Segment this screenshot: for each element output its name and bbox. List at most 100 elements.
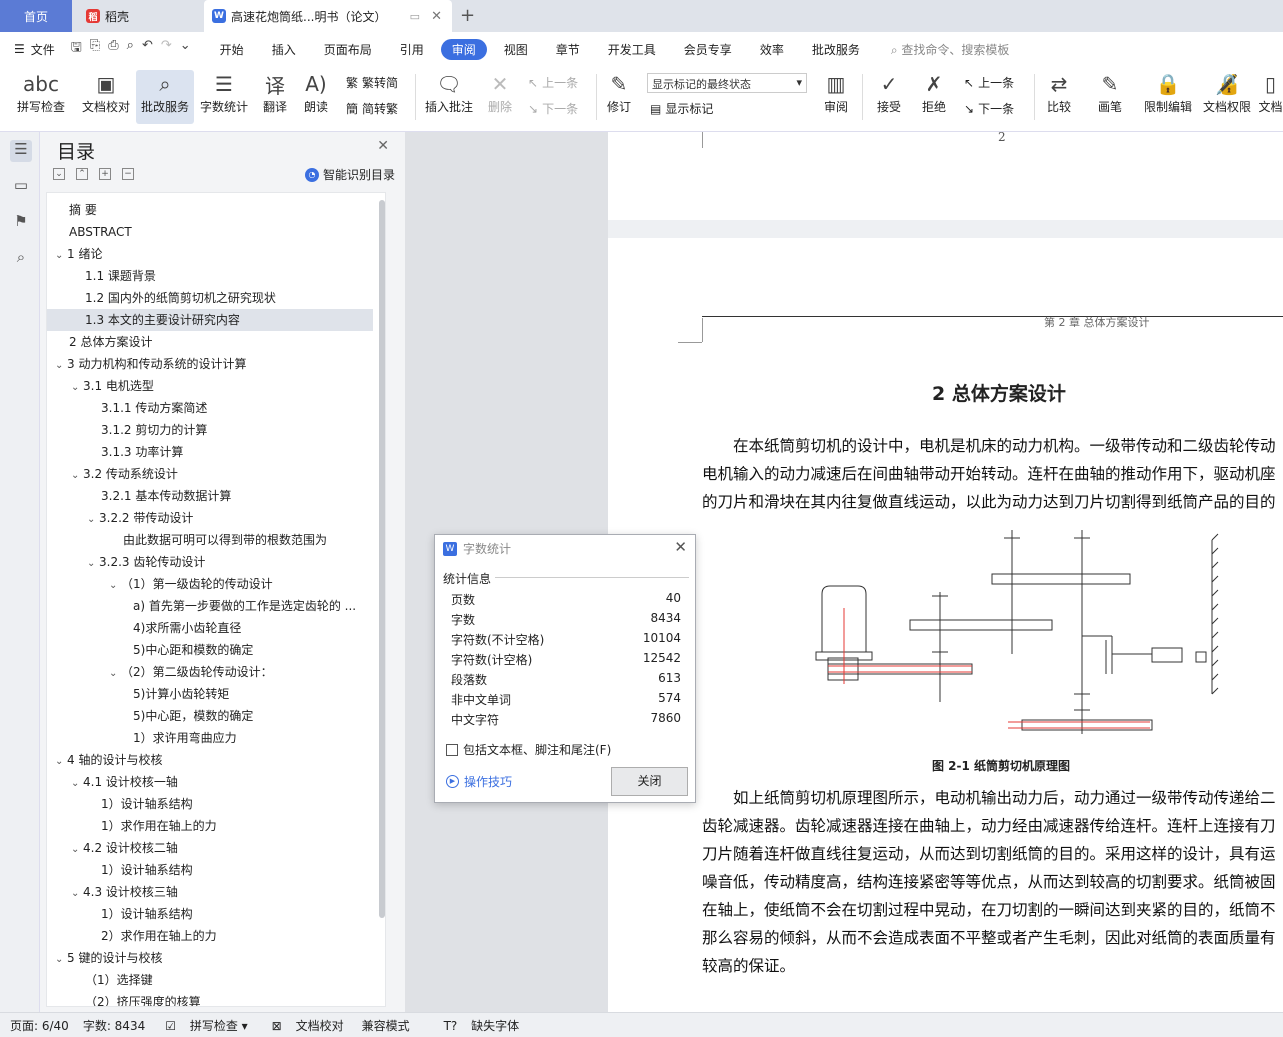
undo-icon[interactable]: ↶: [142, 38, 153, 60]
reject-button[interactable]: ✗ 拒绝: [914, 70, 954, 124]
chevron-down-icon[interactable]: ⌄: [71, 839, 83, 859]
pen-button[interactable]: ✎ 画笔: [1094, 70, 1126, 124]
document-more-button[interactable]: ▯ 文档: [1258, 70, 1283, 124]
toc-item[interactable]: 3.1.2 剪切力的计算: [47, 419, 373, 441]
simp-to-trad-button[interactable]: 簡简转繁: [346, 100, 398, 117]
spell-check-status[interactable]: ☑ 拼写检查 ▾: [155, 1017, 247, 1034]
chevron-down-icon[interactable]: ⌄: [109, 575, 121, 595]
toc-item[interactable]: 3.2.1 基本传动数据计算: [47, 485, 373, 507]
toc-item[interactable]: ⌄ 4.1 设计校核一轴: [47, 771, 373, 793]
toc-item[interactable]: 1.2 国内外的纸筒剪切机之研究现状: [47, 287, 373, 309]
chevron-down-icon[interactable]: ⌄: [87, 509, 99, 529]
close-button[interactable]: 关闭: [611, 767, 688, 796]
toc-item[interactable]: ⌄ 3.2 传动系统设计: [47, 463, 373, 485]
smart-toc-button[interactable]: ◔ 智能识别目录: [304, 166, 395, 183]
chevron-down-icon[interactable]: ⌄: [55, 245, 67, 265]
tab-document[interactable]: W 高速花炮筒纸...明书（论文） ▭ ✕: [204, 0, 452, 32]
toc-item[interactable]: 5)中心距和模数的确定: [47, 639, 373, 661]
close-icon[interactable]: ✕: [377, 138, 389, 154]
track-changes-button[interactable]: ✎ 修订: [600, 70, 638, 124]
spell-check-button[interactable]: abc 拼写检查: [10, 70, 72, 124]
toc-item[interactable]: 2 总体方案设计: [47, 331, 373, 353]
expand-up-icon[interactable]: ⌃: [76, 168, 88, 180]
chevron-down-icon[interactable]: ⌄: [71, 773, 83, 793]
file-menu[interactable]: ☰ 文件: [14, 41, 55, 58]
search-icon[interactable]: ⌕: [10, 248, 32, 270]
print-icon[interactable]: ⎙: [108, 38, 118, 60]
tab-daoke[interactable]: 稻稻壳: [76, 0, 200, 32]
toc-item[interactable]: ⌄ 3.2.3 齿轮传动设计: [47, 551, 373, 573]
proof-status[interactable]: ⊠ 文档校对: [262, 1017, 344, 1034]
redo-icon[interactable]: ↷: [161, 38, 172, 60]
more-icon[interactable]: ⌄: [180, 38, 191, 60]
toc-item[interactable]: 1）求许用弯曲应力: [47, 727, 373, 749]
word-count-button[interactable]: ☰ 字数统计: [198, 70, 250, 124]
toc-item[interactable]: 5)中心距，模数的确定: [47, 705, 373, 727]
toc-item[interactable]: 摘 要: [47, 199, 373, 221]
toc-item[interactable]: ⌄ （2）第二级齿轮传动设计：: [47, 661, 373, 683]
chevron-down-icon[interactable]: ⌄: [71, 465, 83, 485]
chevron-down-icon[interactable]: ⌄: [55, 949, 67, 969]
toc-item[interactable]: ⌄ 4.3 设计校核三轴: [47, 881, 373, 903]
toc-item[interactable]: 1）求作用在轴上的力: [47, 815, 373, 837]
compare-button[interactable]: ⇄ 比较: [1040, 70, 1078, 124]
review-service-button[interactable]: ⌕ 批改服务: [136, 70, 194, 124]
outline-icon[interactable]: ☰: [10, 140, 32, 162]
toc-item[interactable]: （1）选择键: [47, 969, 373, 991]
menu-tab[interactable]: 效率: [749, 39, 795, 60]
menu-tab[interactable]: 插入: [261, 39, 307, 60]
markup-state-select[interactable]: 显示标记的最终状态 ▾: [647, 73, 807, 93]
next-comment-button[interactable]: ↘ 下一条: [528, 100, 578, 117]
menu-tab[interactable]: 批改服务: [801, 39, 871, 60]
toc-item[interactable]: 1）设计轴系结构: [47, 903, 373, 925]
prev-change-button[interactable]: ↖ 上一条: [964, 74, 1014, 91]
toc-item[interactable]: ABSTRACT: [47, 221, 373, 243]
menu-tab[interactable]: 视图: [493, 39, 539, 60]
toc-item[interactable]: 5)计算小齿轮转矩: [47, 683, 373, 705]
prev-comment-button[interactable]: ↖ 上一条: [528, 74, 578, 91]
command-search[interactable]: ⌕ 查找命令、搜索模板: [891, 41, 1010, 58]
menu-tab[interactable]: 开始: [209, 39, 255, 60]
word-count-indicator[interactable]: 字数: 8434: [83, 1017, 145, 1034]
toc-item[interactable]: 3.1.1 传动方案简述: [47, 397, 373, 419]
toc-item[interactable]: ⌄ 4 轴的设计与校核: [47, 749, 373, 771]
menu-tab[interactable]: 审阅: [440, 38, 487, 60]
document-rights-button[interactable]: 🔏 文档权限: [1200, 70, 1254, 124]
chevron-down-icon[interactable]: ⌄: [71, 883, 83, 903]
export-icon[interactable]: ⎘: [90, 38, 100, 60]
screen-icon[interactable]: ▭: [410, 10, 420, 23]
remove-heading-icon[interactable]: −: [122, 168, 134, 180]
bookmark-icon[interactable]: ⚑: [10, 212, 32, 234]
chevron-down-icon[interactable]: ⌄: [71, 377, 83, 397]
toc-scrollbar[interactable]: [379, 200, 385, 918]
toc-item[interactable]: 4)求所需小齿轮直径: [47, 617, 373, 639]
close-tab-icon[interactable]: ✕: [431, 9, 442, 24]
read-aloud-button[interactable]: A) 朗读: [298, 70, 334, 124]
toc-item[interactable]: ⌄ （1）第一级齿轮的传动设计: [47, 573, 373, 595]
delete-comment-button[interactable]: ✕ 删除: [480, 70, 520, 124]
toc-item[interactable]: ⌄ 3.1 电机选型: [47, 375, 373, 397]
toc-item[interactable]: a) 首先第一步要做的工作是选定齿轮的 ...: [47, 595, 373, 617]
toc-item[interactable]: 1.3 本文的主要设计研究内容: [47, 309, 373, 331]
trad-to-simp-button[interactable]: 繁繁转简: [346, 74, 398, 91]
next-change-button[interactable]: ↘ 下一条: [964, 100, 1014, 117]
toc-item[interactable]: ⌄ 5 键的设计与校核: [47, 947, 373, 969]
toc-item[interactable]: 2）求作用在轴上的力: [47, 925, 373, 947]
menu-tab[interactable]: 会员专享: [673, 39, 743, 60]
toc-item[interactable]: 1.1 课题背景: [47, 265, 373, 287]
toc-item[interactable]: （2）挤压强度的核算: [47, 991, 373, 1006]
toc-item[interactable]: ⌄ 1 绪论: [47, 243, 373, 265]
new-tab-button[interactable]: +: [460, 5, 475, 26]
chevron-down-icon[interactable]: ⌄: [55, 355, 67, 375]
toc-item[interactable]: 由此数据可明可以得到带的根数范围为: [47, 529, 373, 551]
menu-tab[interactable]: 引用: [389, 39, 435, 60]
accept-button[interactable]: ✓ 接受: [870, 70, 908, 124]
preview-icon[interactable]: ⌕: [127, 38, 134, 60]
include-textbox-checkbox[interactable]: 包括文本框、脚注和尾注(F): [446, 741, 611, 758]
document-proof-button[interactable]: ▣ 文档校对: [78, 70, 134, 124]
dialog-close-icon[interactable]: ✕: [674, 538, 687, 556]
operation-tips-link[interactable]: ▶ 操作技巧: [446, 773, 512, 790]
restrict-edit-button[interactable]: 🔒 限制编辑: [1140, 70, 1196, 124]
collapse-all-icon[interactable]: ⌄: [53, 168, 65, 180]
translate-button[interactable]: 译翻译: [256, 70, 294, 124]
